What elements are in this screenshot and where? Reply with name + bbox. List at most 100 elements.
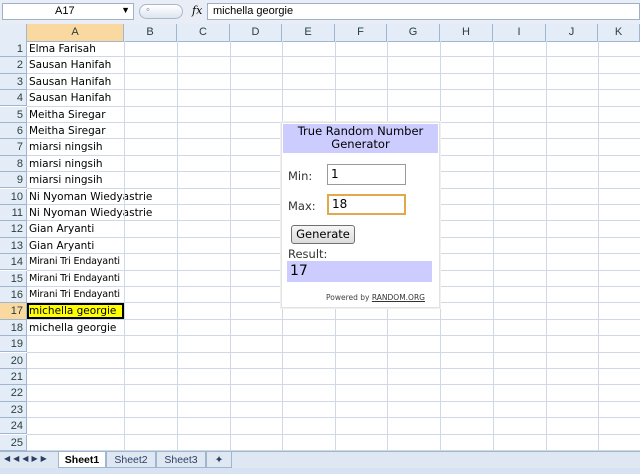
tab-sheet3[interactable]: Sheet3 xyxy=(156,452,206,468)
table-row: 2 Sausan Hanifah xyxy=(0,57,640,74)
column-header-b[interactable]: B xyxy=(124,24,177,41)
row-header[interactable]: 9 xyxy=(0,172,27,189)
row-header[interactable]: 22 xyxy=(0,385,27,402)
row-header[interactable]: 5 xyxy=(0,106,27,123)
formula-input[interactable]: michella georgie xyxy=(207,3,640,20)
table-row: 21 xyxy=(0,369,640,386)
table-row: 1 Elma Farisah xyxy=(0,41,640,58)
cell-a2[interactable]: Sausan Hanifah xyxy=(29,57,111,73)
row-header[interactable]: 13 xyxy=(0,237,27,255)
cell-a8[interactable]: miarsi ningsih xyxy=(29,156,103,172)
max-label: Max: xyxy=(288,199,316,213)
table-row: 5 Meitha Siregar xyxy=(0,106,640,123)
cell-a9[interactable]: miarsi ningsih xyxy=(29,172,103,188)
max-input[interactable]: 18 xyxy=(327,194,406,215)
table-row: 4 Sausan Hanifah xyxy=(0,90,640,107)
row-header[interactable]: 2 xyxy=(0,57,27,74)
table-row: 3 Sausan Hanifah xyxy=(0,73,640,91)
select-all-corner[interactable] xyxy=(0,24,27,41)
grid-line xyxy=(177,41,178,451)
row-header[interactable]: 12 xyxy=(0,221,27,238)
row-header[interactable]: 24 xyxy=(0,418,27,435)
column-header-g[interactable]: G xyxy=(387,24,440,41)
row-header[interactable]: 8 xyxy=(0,155,27,173)
table-row: 24 xyxy=(0,418,640,435)
name-box-value: A17 xyxy=(55,5,75,17)
row-header[interactable]: 14 xyxy=(0,254,27,271)
grid-line xyxy=(493,41,494,451)
row-header[interactable]: 6 xyxy=(0,123,27,140)
table-row: 20 xyxy=(0,352,640,369)
random-number-widget: True Random Number Generator Min: 1 Max:… xyxy=(281,122,440,308)
sheet-nav-arrows-icon[interactable]: ◀◀◀▶▶ xyxy=(4,454,50,463)
generate-button[interactable]: Generate xyxy=(291,225,355,244)
chevron-down-icon[interactable]: ▼ xyxy=(121,5,130,15)
column-header-f[interactable]: F xyxy=(335,24,387,41)
tab-sheet1[interactable]: Sheet1 xyxy=(58,452,106,468)
insert-sheet-icon[interactable]: ✦ xyxy=(206,452,232,468)
powered-prefix: Powered by xyxy=(326,293,370,302)
min-input[interactable]: 1 xyxy=(327,164,406,185)
row-header[interactable]: 21 xyxy=(0,369,27,386)
grid-line xyxy=(230,41,231,451)
row-header[interactable]: 11 xyxy=(0,205,27,222)
cell-a14[interactable]: Mirani Tri Endayanti xyxy=(29,254,120,270)
sheet-tab-bar: ◀◀◀▶▶ Sheet1 Sheet2 Sheet3 ✦ xyxy=(0,451,640,469)
row-header[interactable]: 20 xyxy=(0,352,27,369)
cell-a1[interactable]: Elma Farisah xyxy=(29,41,96,57)
cell-a10[interactable]: Ni Nyoman Wiedyastrie xyxy=(29,189,152,205)
row-header[interactable]: 15 xyxy=(0,270,27,287)
row-header[interactable]: 10 xyxy=(0,188,27,205)
cell-a17[interactable]: michella georgie xyxy=(29,303,116,319)
column-header-k[interactable]: K xyxy=(598,24,640,41)
cell-a5[interactable]: Meitha Siregar xyxy=(29,107,106,123)
grid-line xyxy=(598,41,599,451)
cell-a11[interactable]: Ni Nyoman Wiedyastrie xyxy=(29,205,152,221)
random-org-link[interactable]: RANDOM.ORG xyxy=(372,293,425,302)
cell-a13[interactable]: Gian Aryanti xyxy=(29,238,94,254)
cell-a15[interactable]: Mirani Tri Endayanti xyxy=(29,271,120,287)
column-header-c[interactable]: C xyxy=(177,24,230,41)
cell-a3[interactable]: Sausan Hanifah xyxy=(29,74,111,90)
row-header[interactable]: 18 xyxy=(0,319,27,337)
table-row: 23 xyxy=(0,401,640,419)
cell-a7[interactable]: miarsi ningsih xyxy=(29,139,103,155)
row-header[interactable]: 19 xyxy=(0,336,27,353)
column-header-h[interactable]: H xyxy=(440,24,493,41)
widget-title: True Random Number Generator xyxy=(283,124,438,153)
column-header-e[interactable]: E xyxy=(282,24,335,41)
table-row: 22 xyxy=(0,385,640,402)
row-header[interactable]: 3 xyxy=(0,73,27,91)
grid-line xyxy=(124,41,125,451)
resize-handle[interactable]: ◦ xyxy=(139,4,183,19)
insert-function-button[interactable]: fx xyxy=(192,4,202,17)
cell-a12[interactable]: Gian Aryanti xyxy=(29,221,94,237)
formula-text: michella georgie xyxy=(213,5,294,17)
column-header-d[interactable]: D xyxy=(230,24,282,41)
row-header[interactable]: 25 xyxy=(0,434,27,451)
cell-a6[interactable]: Meitha Siregar xyxy=(29,123,106,139)
row-header[interactable]: 17 xyxy=(0,303,27,320)
table-row: 18 michella georgie xyxy=(0,319,640,337)
result-label: Result: xyxy=(288,247,328,261)
formula-bar: A17 ▼ ◦ fx michella georgie xyxy=(0,0,640,25)
cell-a16[interactable]: Mirani Tri Endayanti xyxy=(29,287,120,303)
tab-sheet2[interactable]: Sheet2 xyxy=(106,452,156,468)
dots-icon: ◦ xyxy=(146,4,150,16)
powered-by: Powered by RANDOM.ORG xyxy=(326,293,425,302)
row-header[interactable]: 1 xyxy=(0,41,27,58)
table-row: 25 xyxy=(0,434,640,451)
row-header[interactable]: 7 xyxy=(0,139,27,156)
table-row: 19 xyxy=(0,336,640,353)
cell-a4[interactable]: Sausan Hanifah xyxy=(29,90,111,106)
cell-a18[interactable]: michella georgie xyxy=(29,320,116,336)
row-header[interactable]: 4 xyxy=(0,90,27,107)
grid-line xyxy=(440,41,441,451)
column-header-a[interactable]: A xyxy=(27,24,124,41)
column-header-i[interactable]: I xyxy=(493,24,546,41)
column-header-j[interactable]: J xyxy=(546,24,598,41)
row-header[interactable]: 16 xyxy=(0,287,27,304)
row-header[interactable]: 23 xyxy=(0,401,27,419)
name-box[interactable]: A17 ▼ xyxy=(2,3,134,20)
column-header-bar: ABCDEFGHIJK xyxy=(0,24,640,42)
